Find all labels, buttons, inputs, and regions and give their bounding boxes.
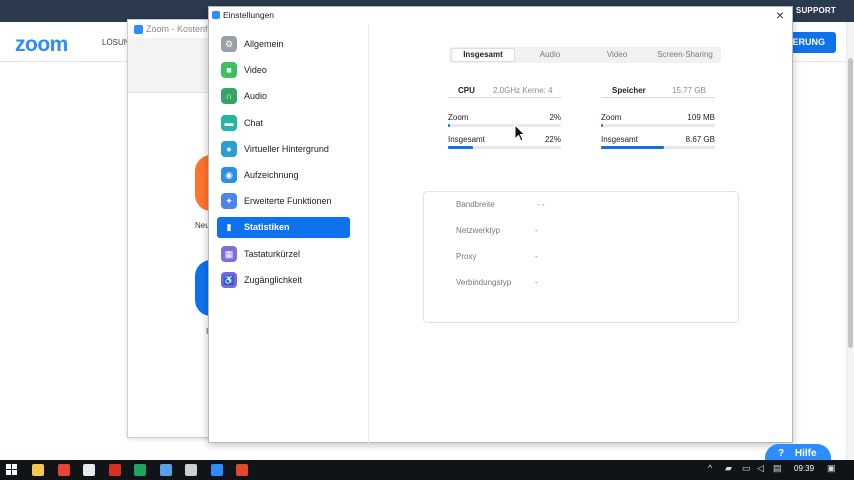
cpu-total-label: Insgesamt (448, 135, 485, 144)
scrollbar-thumb[interactable] (848, 58, 853, 348)
tab-screen-sharing[interactable]: Screen-Sharing (651, 48, 719, 62)
tray-keyboard-icon[interactable]: ▤ (773, 463, 782, 474)
help-label: Hilfe (794, 448, 817, 459)
sidebar-item-label: Allgemein (244, 39, 284, 49)
windows-taskbar: ^ ▰ ▭ ◁ ▤ 09:39 ▣ (0, 460, 854, 480)
cpu-heading: CPU (458, 86, 475, 95)
sidebar-item-erweiterte-funktionen[interactable]: ✦ Erweiterte Funktionen (217, 191, 350, 212)
question-icon: ? (778, 448, 785, 459)
cpu-total-bar-fill (448, 146, 473, 149)
drive-icon[interactable] (134, 464, 146, 476)
zoom-client-title: Zoom - Kostenfre (146, 24, 216, 34)
settings-sidebar: ⚙ Allgemein ■ Video ∩ Audio ▬ Chat ● Virtueller H… (209, 24, 369, 443)
cpu-info: 2.0GHz Kerne: 4 (493, 86, 553, 95)
zoom-app-icon[interactable] (210, 464, 223, 476)
proxy-label: Proxy (456, 252, 477, 261)
settings-title: Einstellungen (223, 10, 275, 20)
sidebar-item-label: Video (244, 65, 267, 76)
sidebar-item-label: Erweiterte Funktionen (244, 196, 332, 207)
zoom-app-icon (134, 25, 143, 34)
sidebar-item-label: Audio (244, 91, 268, 102)
windows-start-icon[interactable] (6, 464, 18, 476)
settings-titlebar: Einstellungen × (209, 7, 792, 24)
cpu-zoom-bar (448, 124, 561, 127)
sidebar-item-allgemein[interactable]: ⚙ Allgemein (217, 34, 350, 55)
sidebar-item-statistiken[interactable]: ▮ Statistiken (217, 217, 350, 239)
tab-audio[interactable]: Audio (517, 48, 583, 62)
sidebar-item-video[interactable]: ■ Video (217, 60, 350, 81)
zoom-app-icon (212, 11, 220, 19)
bandwidth-value: - - (537, 200, 545, 209)
clock[interactable]: 09:39 (794, 464, 814, 473)
tray-battery-icon[interactable]: ▭ (742, 463, 751, 474)
sidebar-item-audio[interactable]: ∩ Audio (217, 86, 350, 107)
sidebar-item-zugänglichkeit[interactable]: ♿ Zugänglichkeit (217, 270, 350, 291)
memory-zoom-label: Zoom (601, 113, 622, 122)
sidebar-item-chat[interactable]: ▬ Chat (217, 113, 350, 134)
headphones-icon: ∩ (221, 88, 237, 105)
memory-zoom-bar-fill (601, 124, 603, 127)
memory-total-bar (601, 146, 715, 149)
person-icon: ● (221, 140, 237, 157)
memory-total-bar-fill (601, 146, 664, 149)
notification-icon[interactable]: ▣ (827, 463, 836, 474)
video-icon: ■ (221, 62, 237, 79)
support-link[interactable]: SUPPORT (796, 6, 836, 15)
sidebar-item-label: Statistiken (244, 222, 290, 233)
website-nav-solutions[interactable]: LÖSUN (102, 38, 130, 47)
sidebar-item-virtueller-hintergrund[interactable]: ● Virtueller Hintergrund (217, 139, 350, 160)
memory-total-value: 8.67 GB (685, 135, 715, 144)
tray-chevron-icon[interactable]: ^ (708, 463, 712, 473)
close-icon[interactable]: × (772, 8, 788, 23)
connection-type-label: Verbindungstyp (456, 278, 512, 287)
cpu-total-value: 22% (544, 135, 561, 144)
chrome-icon[interactable] (57, 464, 70, 476)
sidebar-item-label: Virtueller Hintergrund (244, 143, 329, 154)
sidebar-item-tastaturkürzel[interactable]: ▦ Tastaturkürzel (217, 244, 350, 265)
proxy-value: - (535, 252, 538, 261)
cpu-zoom-label: Zoom (448, 113, 469, 122)
tab-video[interactable]: Video (584, 48, 650, 62)
record-app-icon[interactable] (108, 464, 121, 476)
accessibility-icon: ♿ (221, 271, 237, 288)
cpu-divider (448, 97, 561, 98)
cpu-zoom-value: 2% (549, 113, 561, 122)
memory-divider (601, 97, 715, 98)
sidebar-item-label: Chat (244, 117, 264, 128)
file-explorer-icon[interactable] (32, 464, 44, 476)
presentation-app-icon[interactable] (236, 464, 248, 476)
page-scrollbar[interactable] (846, 22, 854, 460)
memory-heading: Speicher (612, 86, 646, 95)
chat-icon: ▬ (221, 114, 237, 131)
chat-app-icon[interactable] (83, 464, 95, 476)
keyboard-icon: ▦ (221, 245, 237, 262)
memory-zoom-bar (601, 124, 715, 127)
network-type-value: - (535, 226, 538, 235)
notepad-icon[interactable] (159, 464, 172, 476)
gear-icon: ⚙ (221, 36, 237, 52)
connection-type-value: - (535, 278, 538, 287)
record-icon: ◉ (221, 167, 237, 183)
mouse-cursor-icon (514, 124, 525, 142)
bandwidth-label: Bandbreite (456, 200, 495, 209)
sidebar-item-label: Tastaturkürzel (244, 248, 301, 259)
bar-chart-icon: ▮ (221, 219, 237, 236)
memory-info: 15.77 GB (672, 86, 706, 95)
sparkle-icon: ✦ (221, 193, 237, 210)
sidebar-item-aufzeichnung[interactable]: ◉ Aufzeichnung (217, 165, 350, 186)
zoom-logo[interactable]: zoom (15, 33, 68, 57)
statistics-tabs: Insgesamt Audio Video Screen-Sharing (449, 47, 721, 63)
tab-insgesamt[interactable]: Insgesamt (451, 48, 515, 62)
sidebar-item-label: Zugänglichkeit (244, 274, 303, 285)
tray-network-icon[interactable]: ▰ (725, 463, 732, 474)
memory-total-label: Insgesamt (601, 135, 638, 144)
network-type-label: Netzwerktyp (456, 226, 501, 235)
calculator-icon[interactable] (185, 464, 197, 476)
cpu-total-bar (448, 146, 561, 149)
cpu-zoom-bar-fill (448, 124, 451, 127)
tray-volume-icon[interactable]: ◁ (757, 463, 764, 474)
sidebar-item-label: Aufzeichnung (244, 170, 299, 180)
memory-zoom-value: 109 MB (687, 113, 715, 122)
